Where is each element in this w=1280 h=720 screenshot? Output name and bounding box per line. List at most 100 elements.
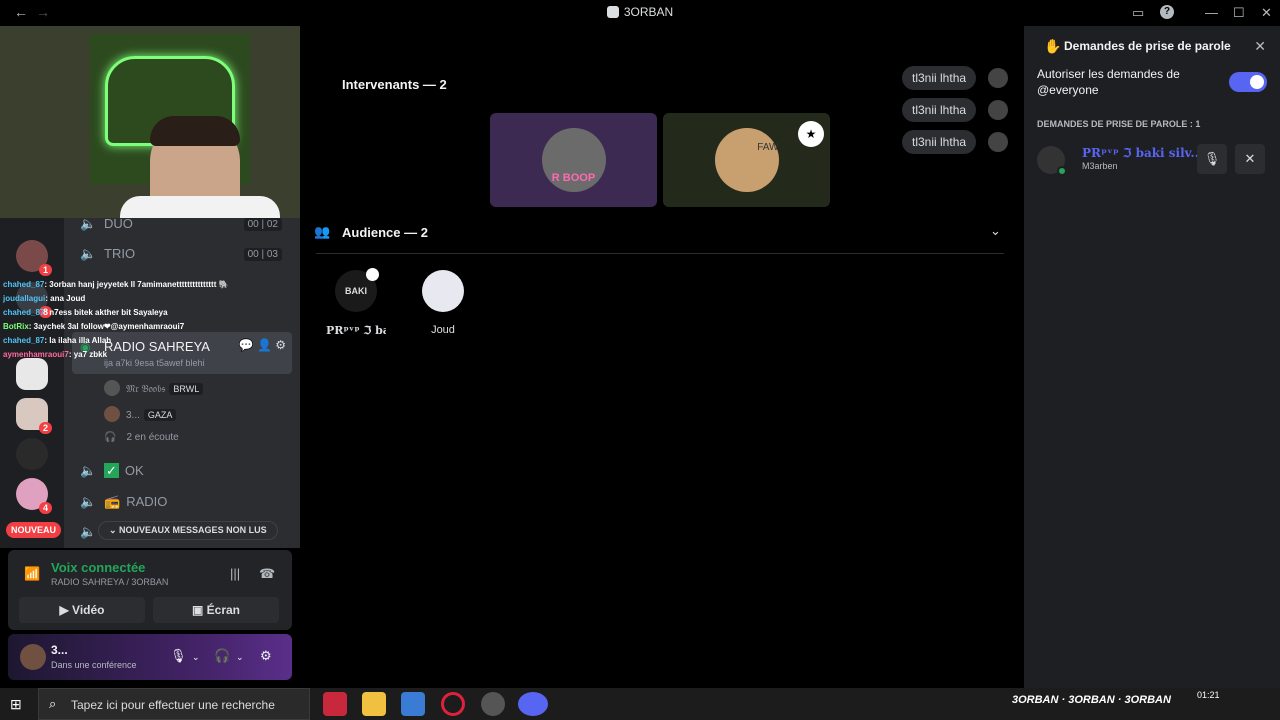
unread-badge: 2 (38, 422, 52, 434)
user-status: Dans une conférence (51, 660, 137, 670)
voice-connection-panel: 📶 Voix connectée RADIO SAHREYA / 3ORBAN … (8, 550, 292, 630)
audience-name: PRᵖᵛᵖ ℑ baki ... (326, 324, 386, 337)
speakers-title: Intervenants — 2 (342, 77, 447, 92)
channel-member[interactable]: 𝔐𝔯 𝔅𝔬𝔬𝔟𝔰 BRWL (104, 380, 204, 396)
server-list: 1 8 2 4 (0, 218, 64, 548)
chat-line: chahed_87: 3orban hanj jeyyetek ll 7amim… (3, 280, 229, 289)
inbox-icon[interactable]: ▭ (1132, 5, 1144, 21)
reaction-chip[interactable]: tl3nii lhtha (902, 98, 977, 122)
server-icon[interactable] (16, 438, 48, 470)
decline-request-button[interactable]: ✕ (1235, 144, 1265, 174)
chat-line: joudallagui: ana Joud (3, 294, 86, 303)
audience-member[interactable]: BAKI PRᵖᵛᵖ ℑ baki ... (326, 270, 386, 337)
maximize-button[interactable]: ☐ (1233, 5, 1245, 21)
check-icon: ✓ (104, 463, 119, 478)
speak-request-item[interactable]: PRᵖᵛᵖ ℑ baki silv... M3arben 🎙 ✕ (1037, 144, 1267, 176)
users-icon: 👥 (314, 224, 331, 239)
windows-start-icon[interactable]: ⊞ (10, 696, 26, 712)
voice-location[interactable]: RADIO SAHREYA / 3ORBAN (51, 577, 168, 587)
chat-icon[interactable]: 💬 (239, 338, 254, 352)
avatar: R BOOP (541, 128, 606, 192)
signal-icon[interactable]: 📶 (24, 566, 40, 582)
avatar (422, 270, 464, 312)
request-user-sub: M3arben (1082, 161, 1118, 171)
speaker-icon: 🔈 (80, 494, 97, 509)
search-icon: ⌕ (49, 696, 57, 711)
server-icon[interactable] (16, 358, 48, 390)
microphone-icon[interactable]: 🎙 (170, 648, 187, 664)
audience-name: Joud (431, 324, 455, 336)
speak-requests-panel: ✋ Demandes de prise de parole ✕ Autorise… (1024, 26, 1280, 688)
server-icon[interactable]: 4 (16, 478, 52, 514)
app-icon[interactable] (323, 692, 347, 716)
speaker-tile[interactable]: R BOOP (490, 113, 657, 207)
chevron-down-icon: ⌄ (109, 525, 120, 535)
invite-icon[interactable]: 👤 (257, 338, 272, 352)
headphones-icon[interactable]: 🎧 (214, 648, 230, 664)
chevron-down-icon[interactable]: ⌄ (192, 652, 200, 663)
chevron-down-icon[interactable]: ⌄ (990, 223, 1001, 239)
avatar (988, 68, 1008, 88)
avatar[interactable] (20, 644, 46, 670)
store-icon[interactable] (401, 692, 425, 716)
speaker-icon: 🔈 (80, 246, 97, 261)
app-icon[interactable] (481, 692, 505, 716)
unread-badge: 4 (38, 502, 52, 514)
radio-icon: 📻 (104, 494, 121, 509)
server-icon[interactable]: 2 (16, 398, 52, 434)
screen-share-button[interactable]: ▣ Écran (153, 597, 279, 623)
invite-to-speak-button[interactable]: 🎙 (1197, 144, 1227, 174)
help-icon[interactable]: ? (1160, 5, 1174, 19)
camera-off-icon: ▶ (59, 603, 73, 617)
opera-icon[interactable] (441, 692, 465, 716)
channel-duo[interactable]: 🔈 DUO (80, 216, 133, 232)
chat-line: BotRix: 3aychek 3al follow❤@aymenhamraou… (3, 322, 185, 331)
member-tag: BRWL (169, 383, 204, 395)
server-icon[interactable]: 1 (16, 240, 52, 276)
new-messages-button[interactable]: ⌄ NOUVEAUX MESSAGES NON LUS (98, 521, 278, 540)
new-badge[interactable]: NOUVEAU (6, 522, 62, 538)
gear-icon[interactable]: ⚙ (275, 338, 286, 352)
speaker-tile[interactable]: FAW ★ (663, 113, 830, 207)
webcam-person-shirt (120, 196, 280, 218)
audience-member[interactable]: Joud (413, 270, 473, 336)
reaction-chip[interactable]: tl3nii lhtha (902, 66, 977, 90)
stream-chat-overlay: chahed_87: 3orban hanj jeyyetek ll 7amim… (3, 278, 229, 362)
webcam-person-hair (150, 116, 240, 146)
close-icon[interactable]: ✕ (1254, 38, 1266, 55)
soundboard-icon[interactable]: ||| (230, 566, 240, 581)
minimize-button[interactable]: — (1205, 5, 1218, 20)
channel-ok[interactable]: 🔈 ✓ OK (80, 463, 144, 479)
voice-status[interactable]: Voix connectée (51, 560, 145, 575)
search-placeholder: Tapez ici pour effectuer une recherche (71, 698, 275, 712)
headphones-icon: 🎧 (104, 432, 117, 443)
channel-radio[interactable]: 🔈 📻 RADIO (80, 494, 167, 510)
channel-list: 🔈 DUO 00 | 02 🔈 TRIO 00 | 03 ◉ RADIO SAHRE… (64, 216, 300, 548)
discord-logo-icon (606, 6, 619, 18)
channel-member[interactable]: 3... GAZA (104, 406, 177, 422)
channel-trio[interactable]: 🔈 TRIO (80, 246, 135, 262)
discord-icon[interactable] (518, 692, 548, 716)
allow-requests-toggle[interactable] (1229, 72, 1267, 92)
channel-name: OK (124, 463, 144, 478)
channel-actions: 💬 👤 ⚙ (239, 338, 286, 352)
disconnect-icon[interactable]: ☎ (259, 566, 275, 582)
reaction-chip[interactable]: tl3nii lhtha (902, 130, 977, 154)
video-button[interactable]: ▶ Vidéo (19, 597, 145, 623)
panel-title: Demandes de prise de parole (1064, 39, 1231, 53)
file-explorer-icon[interactable] (362, 692, 386, 716)
member-tag: GAZA (143, 409, 177, 421)
online-status-icon (1057, 166, 1067, 176)
speaker-icon: 🔈 (80, 524, 97, 539)
close-button[interactable]: ✕ (1261, 5, 1272, 21)
tray-branding: 3ORBAN · 3ORBAN · 3ORBAN (1012, 694, 1171, 706)
chevron-down-icon[interactable]: ⌄ (236, 652, 244, 663)
moderator-badge-icon: ★ (798, 121, 824, 147)
avatar (988, 100, 1008, 120)
webcam-overlay (0, 26, 343, 218)
gear-icon[interactable]: ⚙ (260, 648, 272, 664)
screen-icon: ▣ (191, 603, 207, 617)
allow-requests-label: Autoriser les demandes de @everyone (1037, 67, 1180, 97)
window-title-text: 3ORBAN (623, 5, 674, 19)
taskbar-search[interactable]: ⌕ Tapez ici pour effectuer une recherche (38, 688, 310, 720)
